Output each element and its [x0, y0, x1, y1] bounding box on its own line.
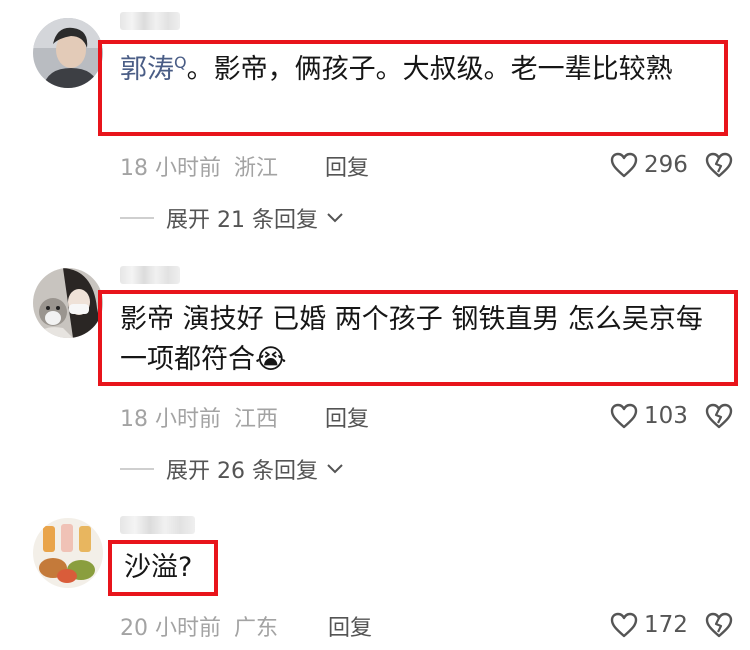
comment-text: 影帝 演技好 已婚 两个孩子 钢铁直男 怎么吴京每一项都符合😭: [98, 290, 738, 386]
comment-item: 影帝 演技好 已婚 两个孩子 钢铁直男 怎么吴京每一项都符合😭 18 小时前 江…: [0, 240, 750, 490]
expand-replies-button[interactable]: 展开 21 条回复: [120, 202, 344, 234]
like-button[interactable]: 296: [610, 152, 688, 178]
avatar[interactable]: [33, 18, 103, 88]
avatar[interactable]: [33, 518, 103, 588]
comment-item: 郭涛Q。影帝，俩孩子。大叔级。老一辈比较熟 18 小时前 浙江 回复 296 展…: [0, 0, 750, 240]
username-blurred: [120, 266, 180, 284]
like-count: 103: [644, 403, 688, 429]
heart-outline-icon[interactable]: [610, 403, 638, 429]
broken-heart-icon[interactable]: [705, 152, 733, 178]
divider-line: [120, 217, 154, 219]
expand-replies-label: 展开 26 条回复: [166, 459, 318, 484]
expand-replies-label: 展开 21 条回复: [166, 208, 318, 233]
comment-location: 广东: [234, 616, 279, 641]
reply-button[interactable]: 回复: [328, 610, 372, 642]
comment-location: 浙江: [234, 156, 279, 181]
comment-time: 18 小时前: [120, 156, 221, 181]
heart-outline-icon[interactable]: [610, 152, 638, 178]
comment-text: 郭涛Q。影帝，俩孩子。大叔级。老一辈比较熟: [98, 40, 728, 136]
mention-link[interactable]: 郭涛Q: [120, 54, 187, 85]
username-blurred: [120, 516, 195, 534]
chevron-down-icon: [326, 212, 344, 224]
like-button[interactable]: 172: [610, 612, 688, 638]
comment-time: 18 小时前: [120, 407, 221, 432]
comment-item: 沙溢? 20 小时前 广东 回复 172: [0, 490, 750, 650]
expand-replies-button[interactable]: 展开 26 条回复: [120, 453, 344, 485]
comment-meta: 18 小时前 江西: [120, 401, 278, 433]
avatar[interactable]: [33, 268, 103, 338]
heart-outline-icon[interactable]: [610, 612, 638, 638]
comment-text: 沙溢?: [108, 540, 218, 596]
reply-button[interactable]: 回复: [325, 150, 369, 182]
comment-meta: 20 小时前 广东: [120, 610, 278, 642]
broken-heart-icon[interactable]: [705, 403, 733, 429]
like-count: 172: [644, 612, 688, 638]
username-blurred: [120, 12, 180, 30]
broken-heart-icon[interactable]: [705, 612, 733, 638]
chevron-down-icon: [326, 463, 344, 475]
like-button[interactable]: 103: [610, 403, 688, 429]
comment-list: 郭涛Q。影帝，俩孩子。大叔级。老一辈比较熟 18 小时前 浙江 回复 296 展…: [0, 0, 750, 650]
comment-time: 20 小时前: [120, 616, 221, 641]
divider-line: [120, 468, 154, 470]
crying-emoji: 😭: [255, 344, 287, 375]
reply-button[interactable]: 回复: [325, 401, 369, 433]
comment-meta: 18 小时前 浙江: [120, 150, 278, 182]
like-count: 296: [644, 152, 688, 178]
comment-location: 江西: [234, 407, 279, 432]
